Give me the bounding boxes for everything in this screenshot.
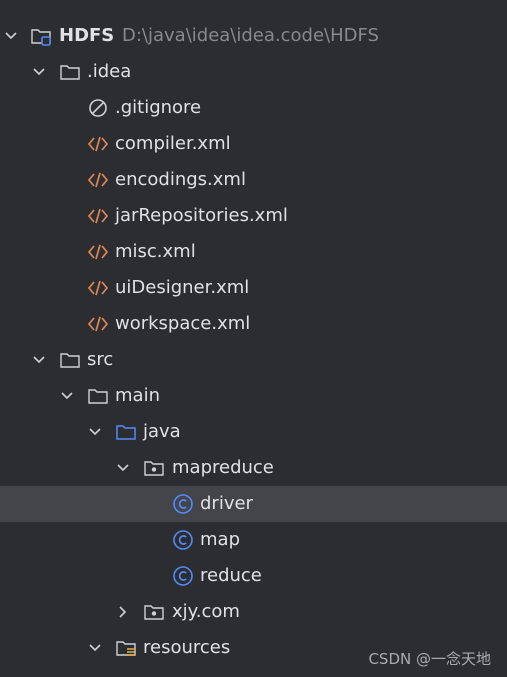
folder-icon [60,65,80,80]
tree-row-file[interactable]: .gitignore [0,90,507,126]
chevron-down-icon[interactable] [30,63,48,81]
folder-icon [88,389,108,404]
tree-label: xjy.com [172,601,240,622]
xml-file-icon [87,172,109,188]
tree-label: jarRepositories.xml [115,205,288,226]
tree-label: driver [200,493,253,514]
tree-row-file[interactable]: compiler.xml [0,126,507,162]
tree-row-xjy-package[interactable]: xjy.com [0,594,507,630]
tree-label: compiler.xml [115,133,231,154]
chevron-right-icon[interactable] [114,603,132,621]
project-path: D:\java\idea\idea.code\HDFS [122,25,379,46]
tree-label: .idea [87,61,132,82]
tree-row-class-selected[interactable]: driver [0,486,507,522]
tree-row-file[interactable]: jarRepositories.xml [0,198,507,234]
tree-label: uiDesigner.xml [115,277,250,298]
resources-folder-icon [116,641,136,656]
tree-row-root[interactable]: HDFS D:\java\idea\idea.code\HDFS [0,18,507,54]
tree-row-file[interactable]: encodings.xml [0,162,507,198]
xml-file-icon [87,280,109,296]
tree-label: workspace.xml [115,313,251,334]
tree-row-src-folder[interactable]: src [0,342,507,378]
tree-row-file[interactable]: uiDesigner.xml [0,270,507,306]
tree-label: java [143,421,181,442]
package-icon [144,461,164,476]
chevron-down-icon[interactable] [58,387,76,405]
tree-label: mapreduce [172,457,274,478]
tree-label: main [115,385,160,406]
chevron-down-icon[interactable] [86,639,104,657]
project-tree: HDFS D:\java\idea\idea.code\HDFS .idea .… [0,0,507,677]
tree-label: map [200,529,240,550]
tree-label: encodings.xml [115,169,246,190]
tree-row-mapreduce-package[interactable]: mapreduce [0,450,507,486]
tree-row-java-folder[interactable]: java [0,414,507,450]
class-icon [173,530,193,550]
chevron-down-icon[interactable] [114,459,132,477]
watermark: CSDN @一念天地 [368,650,491,668]
tree-label: src [87,349,114,370]
tree-label: resources [143,637,231,658]
tree-row-class[interactable]: map [0,522,507,558]
tree-label: misc.xml [115,241,196,262]
class-icon [173,494,193,514]
project-folder-icon [31,29,51,46]
xml-file-icon [87,316,109,332]
xml-file-icon [87,244,109,260]
tree-row-class[interactable]: reduce [0,558,507,594]
package-icon [144,605,164,620]
chevron-down-icon[interactable] [2,27,20,45]
tree-row-idea-folder[interactable]: .idea [0,54,507,90]
xml-file-icon [87,136,109,152]
tree-row-file[interactable]: workspace.xml [0,306,507,342]
chevron-down-icon[interactable] [86,423,104,441]
xml-file-icon [87,208,109,224]
tree-label: reduce [200,565,262,586]
tree-row-file[interactable]: misc.xml [0,234,507,270]
tree-row-main-folder[interactable]: main [0,378,507,414]
folder-icon [60,353,80,368]
source-root-folder-icon [116,425,136,440]
chevron-down-icon[interactable] [30,351,48,369]
ignore-file-icon [89,99,107,117]
tree-label: HDFS [59,25,115,46]
class-icon [173,566,193,586]
tree-label: .gitignore [115,97,202,118]
